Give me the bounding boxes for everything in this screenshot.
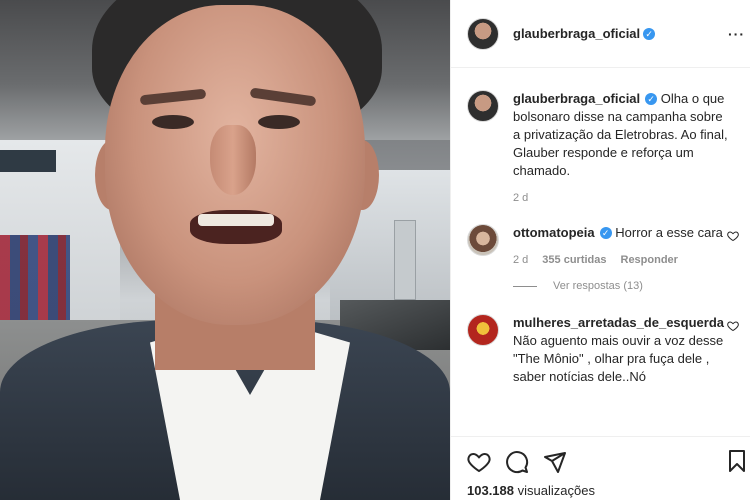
- comment-body: mulheres_arretadas_de_esquerda Não aguen…: [513, 314, 729, 386]
- verified-icon: ✓: [599, 227, 612, 239]
- comment-likes[interactable]: 355 curtidas: [542, 254, 606, 266]
- view-replies-button[interactable]: Ver respostas (13): [513, 280, 735, 292]
- caption-time[interactable]: 2 d: [513, 192, 528, 204]
- bookmark-icon[interactable]: [725, 449, 749, 473]
- post-header: glauberbraga_oficial ✓ ···: [451, 0, 750, 68]
- speaker-eye-right: [258, 115, 300, 129]
- comment-body: ottomatopeia ✓ Horror a esse cara 2 d 355…: [513, 224, 729, 266]
- caption: glauberbraga_oficial ✓ Olha o que bolsona…: [467, 90, 735, 204]
- comment-meta: 2 d 355 curtidas Responder: [513, 254, 729, 266]
- author-avatar[interactable]: [467, 17, 499, 50]
- comment-text-block: ottomatopeia ✓ Horror a esse cara: [513, 224, 729, 242]
- comments-list[interactable]: glauberbraga_oficial ✓ Olha o que bolsona…: [451, 68, 750, 436]
- comment: ottomatopeia ✓ Horror a esse cara 2 d 355…: [467, 224, 739, 266]
- comment-like-icon[interactable]: [727, 230, 739, 242]
- comment-text: Horror a esse cara: [615, 225, 723, 240]
- caption-avatar[interactable]: [467, 90, 499, 122]
- video-speaker: [0, 0, 450, 500]
- view-count-label: visualizações: [517, 483, 595, 498]
- author-username[interactable]: glauberbraga_oficial: [513, 26, 640, 41]
- caption-text-block: glauberbraga_oficial ✓ Olha o que bolsona…: [513, 90, 729, 180]
- comment-text-block: mulheres_arretadas_de_esquerda Não aguen…: [513, 314, 729, 386]
- action-icons: [467, 449, 735, 475]
- comment-time[interactable]: 2 d: [513, 254, 528, 266]
- comment-icon[interactable]: [505, 450, 529, 474]
- comment-text: Não aguento mais ouvir a voz desse "The …: [513, 333, 724, 384]
- author-name-block: glauberbraga_oficial ✓: [513, 26, 656, 41]
- commenter-username[interactable]: mulheres_arretadas_de_esquerda: [513, 315, 724, 330]
- verified-icon: ✓: [643, 28, 656, 40]
- post-sidebar: glauberbraga_oficial ✓ ··· glauberbraga_o…: [450, 0, 750, 500]
- caption-username[interactable]: glauberbraga_oficial: [513, 91, 640, 106]
- view-replies-label: Ver respostas (13): [553, 280, 643, 292]
- heart-icon[interactable]: [467, 450, 491, 474]
- post-video[interactable]: [0, 0, 450, 500]
- commenter-username[interactable]: ottomatopeia: [513, 225, 595, 240]
- comment-like-icon[interactable]: [727, 320, 739, 332]
- reply-button[interactable]: Responder: [621, 254, 678, 266]
- speaker-nose: [210, 125, 256, 195]
- caption-body: glauberbraga_oficial ✓ Olha o que bolsona…: [513, 90, 729, 204]
- post-modal: glauberbraga_oficial ✓ ··· glauberbraga_o…: [0, 0, 750, 500]
- view-replies-line: [513, 285, 537, 287]
- more-options-icon[interactable]: ···: [728, 26, 745, 42]
- caption-meta: 2 d: [513, 192, 729, 204]
- post-actions: 103.188 visualizações: [451, 436, 750, 500]
- view-count[interactable]: 103.188 visualizações: [467, 483, 735, 498]
- comment: mulheres_arretadas_de_esquerda Não aguen…: [467, 314, 739, 386]
- verified-icon: ✓: [645, 93, 658, 105]
- view-count-number: 103.188: [467, 483, 514, 498]
- share-icon[interactable]: [543, 450, 567, 474]
- commenter-avatar[interactable]: [467, 224, 499, 256]
- speaker-eye-left: [152, 115, 194, 129]
- speaker-teeth: [198, 214, 274, 226]
- commenter-avatar[interactable]: [467, 314, 499, 346]
